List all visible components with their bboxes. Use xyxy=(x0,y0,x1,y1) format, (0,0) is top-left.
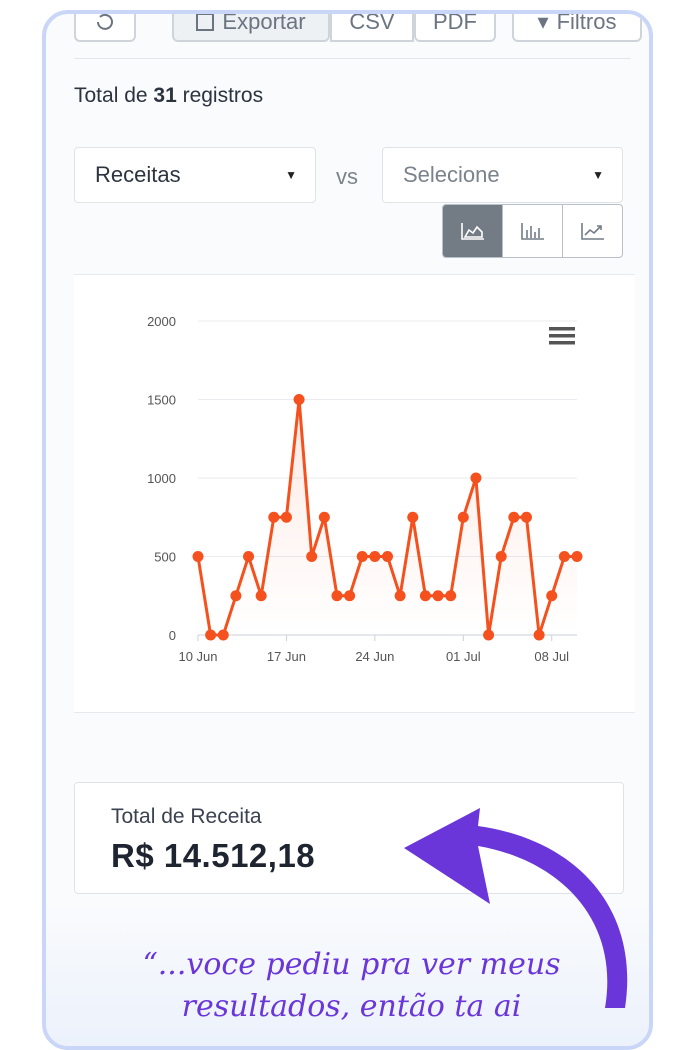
data-point[interactable] xyxy=(445,590,457,602)
y-tick-label: 2000 xyxy=(147,314,176,329)
x-tick-label: 24 Jun xyxy=(355,649,394,664)
bar-chart-button[interactable] xyxy=(503,205,563,257)
export-toolbar: Exportar CSV PDF ▾ Filtros xyxy=(46,10,649,54)
pdf-label: PDF xyxy=(433,10,477,34)
csv-label: CSV xyxy=(349,10,395,34)
line-chart-icon xyxy=(580,223,604,240)
data-point[interactable] xyxy=(571,551,583,562)
primary-metric-select[interactable]: Receitas ▼ xyxy=(74,147,316,203)
secondary-metric-placeholder: Selecione xyxy=(403,162,500,187)
x-tick-label: 17 Jun xyxy=(267,649,306,664)
data-point[interactable] xyxy=(508,511,520,523)
x-tick-label: 08 Jul xyxy=(534,649,569,664)
x-tick-label: 10 Jun xyxy=(178,649,217,664)
quote-line-1: “...voce pediu pra ver meus xyxy=(142,947,561,982)
data-point[interactable] xyxy=(331,590,343,602)
data-point[interactable] xyxy=(419,590,431,602)
data-point[interactable] xyxy=(483,629,495,641)
bar-chart-icon xyxy=(520,223,544,240)
total-revenue-card: Total de Receita R$ 14.512,18 xyxy=(74,782,624,894)
revenue-line-chart: 0 500 1000 1500 2000 10 Jun 17 Jun 24 Jun 01 Jul… xyxy=(147,314,583,664)
total-revenue-value: R$ 14.512,18 xyxy=(111,837,316,874)
data-point[interactable] xyxy=(318,511,330,523)
records-prefix: Total de xyxy=(74,84,154,107)
data-point[interactable] xyxy=(243,551,255,562)
data-point[interactable] xyxy=(255,590,267,602)
hamburger-menu-icon[interactable] xyxy=(549,327,575,345)
x-tick-label: 01 Jul xyxy=(446,649,481,664)
data-point[interactable] xyxy=(280,511,292,523)
quote-line-2: resultados, então ta ai xyxy=(181,989,522,1024)
caret-down-icon: ▼ xyxy=(592,168,604,182)
quote-caption: “...voce pediu pra ver meus resultados, … xyxy=(46,944,649,1028)
area-chart-button[interactable] xyxy=(443,205,503,257)
data-point[interactable] xyxy=(394,590,406,602)
y-tick-label: 0 xyxy=(169,628,176,643)
export-label: Exportar xyxy=(222,10,306,34)
refresh-icon xyxy=(97,14,113,30)
area-chart-icon xyxy=(460,223,484,240)
line-chart-button[interactable] xyxy=(563,205,622,257)
data-point[interactable] xyxy=(230,590,242,602)
toolbar-divider xyxy=(74,58,631,59)
chart-type-toggle xyxy=(442,204,623,258)
data-point[interactable] xyxy=(356,551,368,562)
data-point[interactable] xyxy=(407,511,419,523)
data-point[interactable] xyxy=(432,590,444,602)
export-button[interactable]: Exportar xyxy=(172,10,330,42)
data-point[interactable] xyxy=(192,551,204,562)
data-point[interactable] xyxy=(546,590,558,602)
y-tick-label: 1500 xyxy=(147,393,176,408)
data-point[interactable] xyxy=(470,472,482,484)
revenue-chart-card: 0 500 1000 1500 2000 10 Jun 17 Jun 24 Jun 01 Jul… xyxy=(74,274,635,713)
data-point[interactable] xyxy=(306,551,318,562)
data-point[interactable] xyxy=(344,590,356,602)
csv-button[interactable]: CSV xyxy=(330,10,414,42)
export-icon xyxy=(196,14,215,31)
secondary-metric-select[interactable]: Selecione ▼ xyxy=(382,147,623,203)
data-point[interactable] xyxy=(495,551,507,562)
y-tick-label: 1000 xyxy=(147,471,176,486)
records-count: Total de 31 registros xyxy=(74,84,263,108)
caret-down-icon: ▼ xyxy=(285,168,297,182)
data-point[interactable] xyxy=(558,551,570,562)
records-suffix: registros xyxy=(176,84,264,107)
vs-label: vs xyxy=(336,164,358,189)
records-number: 31 xyxy=(153,84,177,107)
data-point[interactable] xyxy=(217,629,229,641)
data-point[interactable] xyxy=(293,394,305,405)
filter-icon: ▾ xyxy=(537,10,549,34)
data-point[interactable] xyxy=(520,511,532,523)
filters-label: Filtros xyxy=(556,10,617,34)
phone-frame: Exportar CSV PDF ▾ Filtros Total de 31 r… xyxy=(42,10,653,1050)
data-point[interactable] xyxy=(457,511,469,523)
data-point[interactable] xyxy=(205,629,217,641)
data-point[interactable] xyxy=(533,629,545,641)
pdf-button[interactable]: PDF xyxy=(414,10,496,42)
primary-metric-value: Receitas xyxy=(95,162,181,187)
data-point[interactable] xyxy=(382,551,393,562)
data-point[interactable] xyxy=(369,551,381,562)
total-revenue-label: Total de Receita xyxy=(111,805,262,828)
filters-button[interactable]: ▾ Filtros xyxy=(512,10,642,42)
y-tick-label: 500 xyxy=(154,550,176,565)
refresh-button[interactable] xyxy=(74,14,136,42)
data-point[interactable] xyxy=(268,511,280,523)
